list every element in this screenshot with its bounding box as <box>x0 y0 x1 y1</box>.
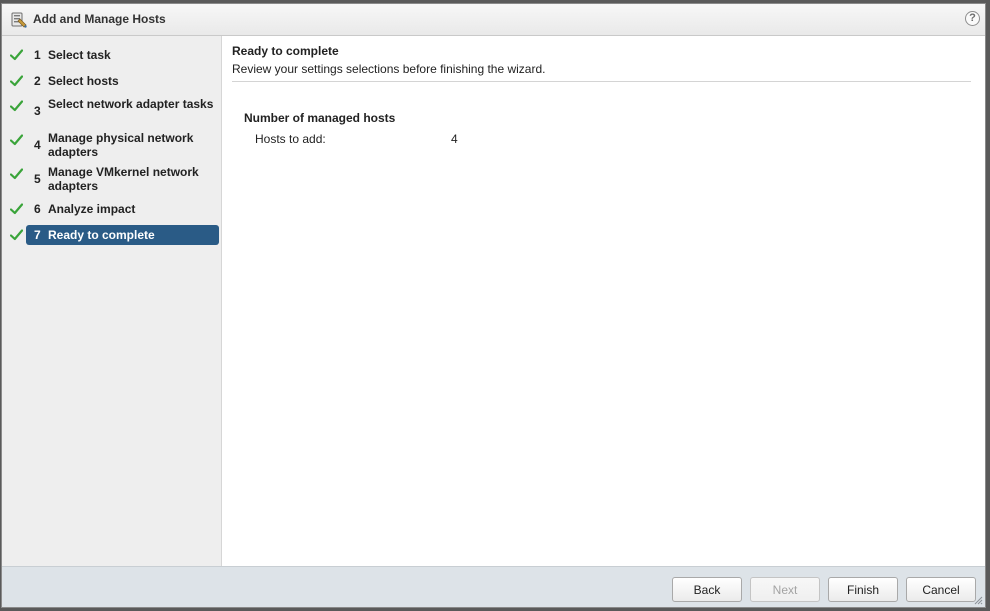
step-text: Manage VMkernel network adapters <box>48 165 199 193</box>
add-manage-hosts-dialog: Add and Manage Hosts ? 1 Select task 2 S… <box>1 3 986 608</box>
step-number: 4 <box>34 138 41 152</box>
next-button[interactable]: Next <box>750 577 820 602</box>
checkmark-icon <box>10 203 23 215</box>
step-label: 2 Select hosts <box>26 74 218 88</box>
hosts-to-add-label: Hosts to add: <box>255 132 326 146</box>
step-label: 6 Analyze impact <box>26 202 218 216</box>
wizard-host-icon <box>11 12 27 28</box>
checkmark-icon <box>10 100 23 112</box>
wizard-steps-sidebar: 1 Select task 2 Select hosts 3 Select ne… <box>2 36 222 566</box>
help-icon[interactable]: ? <box>965 11 980 26</box>
checkmark-icon <box>10 229 23 241</box>
page-title: Ready to complete <box>232 44 339 58</box>
step-text: Select network adapter tasks <box>48 97 214 111</box>
step-text: Ready to complete <box>48 228 155 242</box>
checkmark-icon <box>10 168 23 180</box>
step-number: 3 <box>34 104 41 118</box>
step-number: 5 <box>34 172 41 186</box>
step-label: 5 Manage VMkernel network adapters <box>26 165 218 193</box>
step-text: Select hosts <box>48 74 119 88</box>
step-number: 7 <box>34 228 41 242</box>
dialog-titlebar: Add and Manage Hosts ? <box>2 4 985 36</box>
step-label: 4 Manage physical network adapters <box>26 131 218 159</box>
cancel-button[interactable]: Cancel <box>906 577 976 602</box>
step-number: 1 <box>34 48 41 62</box>
finish-button[interactable]: Finish <box>828 577 898 602</box>
section-title-managed-hosts: Number of managed hosts <box>244 111 396 125</box>
wizard-content-panel: Ready to complete Review your settings s… <box>222 36 985 566</box>
step-number: 2 <box>34 74 41 88</box>
header-divider <box>232 81 971 82</box>
dialog-footer: Back Next Finish Cancel <box>2 566 985 607</box>
step-text: Select task <box>48 48 111 62</box>
dialog-title: Add and Manage Hosts <box>33 12 166 26</box>
page-subtitle: Review your settings selections before f… <box>232 62 546 76</box>
step-label: 3 Select network adapter tasks <box>26 97 218 118</box>
step-text: Manage physical network adapters <box>48 131 194 159</box>
checkmark-icon <box>10 134 23 146</box>
resize-grip-icon[interactable] <box>973 595 983 605</box>
hosts-to-add-value: 4 <box>451 132 458 146</box>
step-label: 1 Select task <box>26 48 218 62</box>
step-number: 6 <box>34 202 41 216</box>
step-text: Analyze impact <box>48 202 136 216</box>
step-label-active: 7 Ready to complete <box>26 225 219 245</box>
back-button[interactable]: Back <box>672 577 742 602</box>
checkmark-icon <box>10 75 23 87</box>
checkmark-icon <box>10 49 23 61</box>
